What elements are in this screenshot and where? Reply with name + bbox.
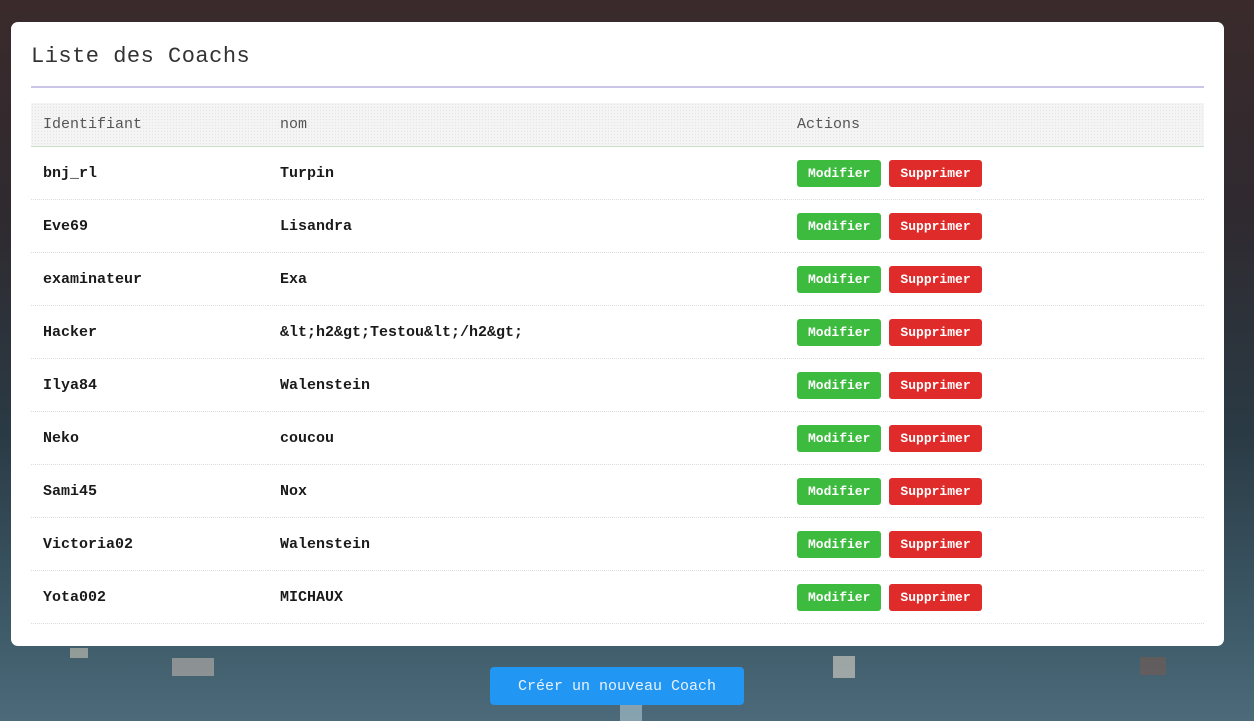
cell-nom: Exa <box>268 252 785 306</box>
cell-nom: Turpin <box>268 146 785 200</box>
cell-nom: &lt;h2&gt;Testou&lt;/h2&gt; <box>268 305 785 359</box>
header-identifiant: Identifiant <box>31 103 268 147</box>
table-row: bnj_rl Turpin Modifier Supprimer <box>31 146 1204 200</box>
header-actions: Actions <box>785 103 1204 147</box>
coach-list-card: Liste des Coachs Identifiant nom Actions… <box>11 22 1224 646</box>
edit-button[interactable]: Modifier <box>797 265 882 293</box>
edit-button[interactable]: Modifier <box>797 212 882 240</box>
cell-actions: Modifier Supprimer <box>785 411 1204 465</box>
table-row: Neko coucou Modifier Supprimer <box>31 411 1204 465</box>
cell-actions: Modifier Supprimer <box>785 464 1204 518</box>
table-header-row: Identifiant nom Actions <box>31 103 1204 147</box>
cell-actions: Modifier Supprimer <box>785 305 1204 359</box>
cell-actions: Modifier Supprimer <box>785 358 1204 412</box>
background-decoration <box>1140 657 1166 675</box>
cell-nom: Nox <box>268 464 785 518</box>
create-coach-button[interactable]: Créer un nouveau Coach <box>490 667 744 705</box>
background-decoration <box>70 648 88 658</box>
header-nom: nom <box>268 103 785 147</box>
cell-actions: Modifier Supprimer <box>785 146 1204 200</box>
delete-button[interactable]: Supprimer <box>889 318 982 346</box>
edit-button[interactable]: Modifier <box>797 583 882 611</box>
edit-button[interactable]: Modifier <box>797 477 882 505</box>
cell-actions: Modifier Supprimer <box>785 252 1204 306</box>
cell-actions: Modifier Supprimer <box>785 517 1204 571</box>
delete-button[interactable]: Supprimer <box>889 159 982 187</box>
delete-button[interactable]: Supprimer <box>889 530 982 558</box>
cell-identifiant: examinateur <box>31 252 268 306</box>
edit-button[interactable]: Modifier <box>797 424 882 452</box>
background-decoration <box>833 656 855 678</box>
table-row: Hacker &lt;h2&gt;Testou&lt;/h2&gt; Modifie… <box>31 305 1204 359</box>
delete-button[interactable]: Supprimer <box>889 583 982 611</box>
cell-identifiant: Sami45 <box>31 464 268 518</box>
cell-identifiant: Eve69 <box>31 199 268 253</box>
table-row: Sami45 Nox Modifier Supprimer <box>31 464 1204 518</box>
cell-identifiant: Hacker <box>31 305 268 359</box>
edit-button[interactable]: Modifier <box>797 530 882 558</box>
cell-actions: Modifier Supprimer <box>785 570 1204 624</box>
delete-button[interactable]: Supprimer <box>889 265 982 293</box>
table-row: Ilya84 Walenstein Modifier Supprimer <box>31 358 1204 412</box>
edit-button[interactable]: Modifier <box>797 371 882 399</box>
cell-actions: Modifier Supprimer <box>785 199 1204 253</box>
delete-button[interactable]: Supprimer <box>889 371 982 399</box>
cell-nom: Walenstein <box>268 517 785 571</box>
delete-button[interactable]: Supprimer <box>889 424 982 452</box>
cell-identifiant: Ilya84 <box>31 358 268 412</box>
cell-nom: coucou <box>268 411 785 465</box>
table-row: examinateur Exa Modifier Supprimer <box>31 252 1204 306</box>
background-decoration <box>172 658 214 676</box>
edit-button[interactable]: Modifier <box>797 159 882 187</box>
edit-button[interactable]: Modifier <box>797 318 882 346</box>
cell-nom: MICHAUX <box>268 570 785 624</box>
cell-identifiant: Victoria02 <box>31 517 268 571</box>
cell-identifiant: Neko <box>31 411 268 465</box>
table-row: Eve69 Lisandra Modifier Supprimer <box>31 199 1204 253</box>
title-divider <box>31 86 1204 88</box>
delete-button[interactable]: Supprimer <box>889 212 982 240</box>
cell-nom: Lisandra <box>268 199 785 253</box>
coach-table: Identifiant nom Actions bnj_rl Turpin Modi… <box>31 103 1204 624</box>
cell-nom: Walenstein <box>268 358 785 412</box>
table-row: Victoria02 Walenstein Modifier Supprimer <box>31 517 1204 571</box>
cell-identifiant: bnj_rl <box>31 146 268 200</box>
delete-button[interactable]: Supprimer <box>889 477 982 505</box>
table-row: Yota002 MICHAUX Modifier Supprimer <box>31 570 1204 624</box>
background-decoration <box>620 705 642 721</box>
cell-identifiant: Yota002 <box>31 570 268 624</box>
page-title: Liste des Coachs <box>31 44 251 69</box>
